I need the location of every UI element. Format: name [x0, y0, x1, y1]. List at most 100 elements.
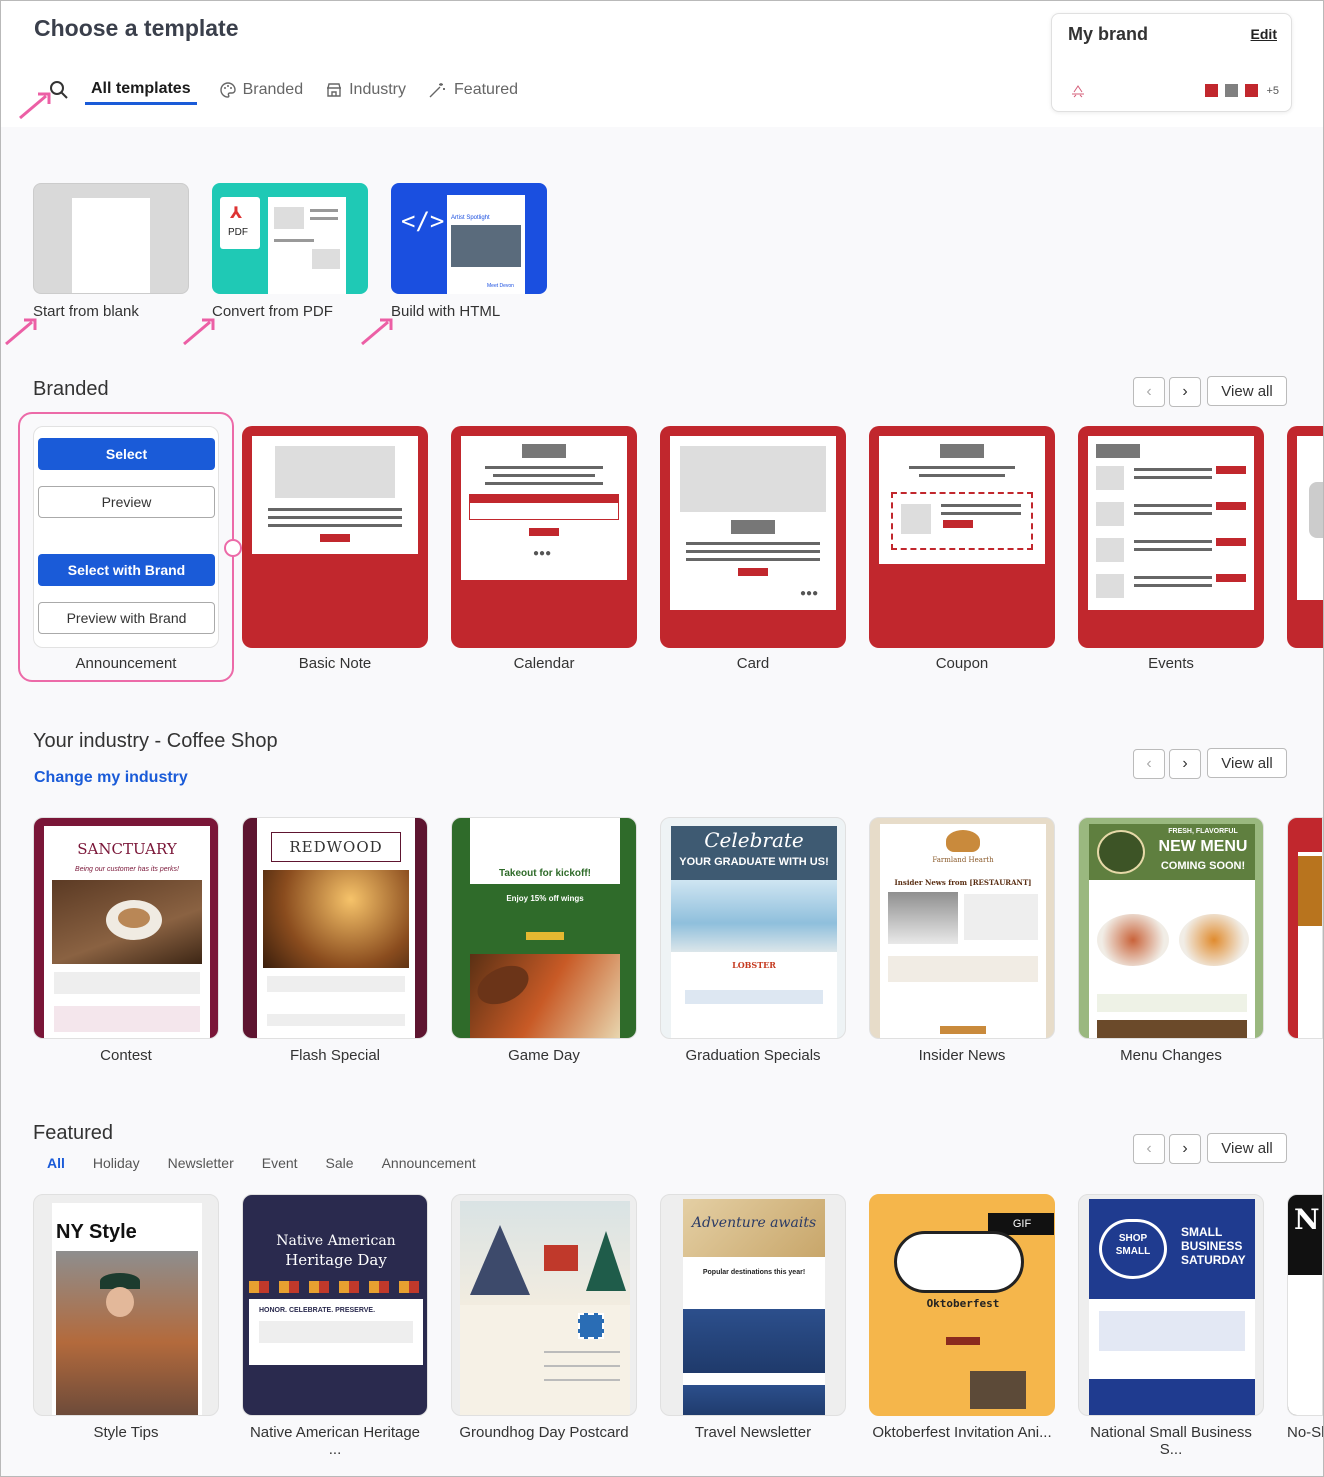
small-business-saturday-template-card[interactable]: SHOP SMALL SMALL BUSINESS SATURDAY: [1078, 1194, 1264, 1416]
dining-photo: [263, 870, 409, 968]
native-american-heritage-template-card[interactable]: Native American Heritage Day HONOR. CELE…: [242, 1194, 428, 1416]
template-label: Card: [736, 655, 770, 672]
start-from-blank-card[interactable]: [33, 183, 189, 294]
insider-news-template-card[interactable]: Farmland Hearth Insider News from [RESTA…: [869, 817, 1055, 1039]
featured-next-button[interactable]: ›: [1169, 1134, 1201, 1164]
thumb-head: Oktoberfest: [926, 1297, 1000, 1310]
filter-newsletter[interactable]: Newsletter: [168, 1155, 234, 1171]
tab-featured[interactable]: Featured: [428, 75, 518, 105]
preview-footer: Meet Devon: [487, 283, 514, 289]
filter-sale[interactable]: Sale: [326, 1155, 354, 1171]
travel-newsletter-template-card[interactable]: Adventure awaits Popular destinations th…: [660, 1194, 846, 1416]
groundhog-day-postcard-template-card[interactable]: [451, 1194, 637, 1416]
dish-photo: [1097, 914, 1169, 966]
preview-button[interactable]: Preview: [38, 486, 215, 518]
step-dot: [224, 539, 242, 557]
chef-photo: [888, 892, 958, 944]
pointer-arrow-icon: [19, 92, 51, 120]
industry-view-all-button[interactable]: View all: [1207, 748, 1287, 778]
template-label: Graduation Specials: [685, 1047, 821, 1064]
template-label: Flash Special: [289, 1047, 381, 1064]
change-industry-link[interactable]: Change my industry: [34, 769, 188, 787]
thumb-head: Celebrate: [704, 828, 804, 852]
coupon-template-card[interactable]: [869, 426, 1055, 648]
game-day-template-card[interactable]: Takeout for kickoff! Enjoy 15% off wings: [451, 817, 637, 1039]
template-label: National Small Business S...: [1090, 1424, 1252, 1458]
calendar-grid: [469, 494, 619, 520]
partial-featured-card[interactable]: N: [1287, 1194, 1323, 1416]
thumb-sub: Being our customer has its perks!: [75, 866, 179, 873]
winter-scene: [460, 1201, 630, 1305]
template-tabs: All templates Branded Industry Featured: [47, 75, 540, 105]
featured-filters: All Holiday Newsletter Event Sale Announ…: [47, 1155, 504, 1171]
filter-event[interactable]: Event: [262, 1155, 298, 1171]
thumb-sub: Heritage Day: [285, 1251, 387, 1269]
template-label: Coupon: [935, 655, 989, 672]
featured-section-title: Featured: [33, 1122, 114, 1144]
partial-industry-card[interactable]: [1287, 817, 1323, 1039]
select-button[interactable]: Select: [38, 438, 215, 470]
sparkle-wand-icon: [429, 83, 446, 98]
blank-page: [72, 198, 150, 293]
brand-swatch-more: +5: [1266, 84, 1279, 97]
industry-prev-button[interactable]: ‹: [1133, 749, 1165, 779]
tab-all-templates[interactable]: All templates: [85, 75, 197, 105]
featured-prev-button[interactable]: ‹: [1133, 1134, 1165, 1164]
template-label: Insider News: [918, 1047, 1006, 1064]
pdf-output-doc: [268, 197, 346, 294]
flash-special-template-card[interactable]: REDWOOD: [242, 817, 428, 1039]
preview-title: Artist Spotlight: [451, 215, 490, 221]
card-template-card[interactable]: ●●●: [660, 426, 846, 648]
template-label: Announcement: [75, 655, 177, 672]
build-with-html-card[interactable]: </> Artist Spotlight Meet Devon: [391, 183, 547, 294]
basic-note-template-card[interactable]: [242, 426, 428, 648]
template-label: Game Day: [508, 1047, 580, 1064]
events-template-card[interactable]: [1078, 426, 1264, 648]
pdf-icon: ⅄: [230, 205, 243, 222]
branded-view-all-button[interactable]: View all: [1207, 376, 1287, 406]
heart-badge-icon: SHOP SMALL: [1099, 1219, 1167, 1279]
partial-template-card[interactable]: [1287, 426, 1323, 648]
preview-with-brand-button[interactable]: Preview with Brand: [38, 602, 215, 634]
start-from-blank-label: Start from blank: [33, 303, 139, 320]
coupon-box: [891, 492, 1033, 550]
oktoberfest-invitation-template-card[interactable]: GIF Oktoberfest: [869, 1194, 1055, 1416]
tab-industry[interactable]: Industry: [325, 75, 406, 105]
preview-photo: [451, 225, 521, 267]
thumb-head: Farmland Hearth: [932, 856, 994, 864]
graduation-specials-template-card[interactable]: Celebrate YOUR GRADUATE WITH US! LOBSTER: [660, 817, 846, 1039]
storefront-icon: [327, 83, 342, 97]
my-brand-card: My brand Edit +5: [1051, 13, 1292, 112]
restaurant-badge-icon: [1097, 830, 1145, 874]
thumb-head: Adventure awaits: [691, 1215, 817, 1231]
thumb-head: REDWOOD: [271, 832, 401, 862]
convert-from-pdf-card[interactable]: ⅄ PDF: [212, 183, 368, 294]
filter-holiday[interactable]: Holiday: [93, 1155, 140, 1171]
html-preview-doc: Artist Spotlight Meet Devon: [447, 195, 525, 294]
filter-announcement[interactable]: Announcement: [382, 1155, 476, 1171]
brand-swatch: [1225, 84, 1239, 97]
tab-branded[interactable]: Branded: [219, 75, 303, 105]
thumb-head: NEW MENU: [1158, 838, 1248, 855]
contest-template-card[interactable]: SANCTUARY Being our customer has its per…: [33, 817, 219, 1039]
featured-view-all-button[interactable]: View all: [1207, 1133, 1287, 1163]
select-with-brand-button[interactable]: Select with Brand: [38, 554, 215, 586]
filter-all[interactable]: All: [47, 1155, 65, 1171]
alps-photo: [683, 1385, 825, 1415]
style-tips-template-card[interactable]: NY Style: [33, 1194, 219, 1416]
industry-next-button[interactable]: ›: [1169, 749, 1201, 779]
scotland-photo: [683, 1309, 825, 1373]
announcement-template-card[interactable]: Select Preview Select with Brand Preview…: [33, 426, 219, 648]
menu-changes-template-card[interactable]: FRESH, FLAVORFUL NEW MENU COMING SOON!: [1078, 817, 1264, 1039]
branded-prev-button[interactable]: ‹: [1133, 377, 1165, 407]
template-label: Travel Newsletter: [694, 1424, 812, 1441]
thumb-sub: SHOP SMALL: [1115, 1233, 1151, 1257]
calendar-template-card[interactable]: ●●●: [451, 426, 637, 648]
template-label: No-Sh: [1287, 1424, 1323, 1441]
brand-edit-link[interactable]: Edit: [1251, 26, 1277, 42]
branded-next-button[interactable]: ›: [1169, 377, 1201, 407]
palette-icon: [219, 82, 236, 98]
thumb-sub: COMING SOON!: [1160, 860, 1246, 872]
beer-foam: [894, 1231, 1024, 1293]
brand-logo-icon: [1072, 85, 1084, 98]
